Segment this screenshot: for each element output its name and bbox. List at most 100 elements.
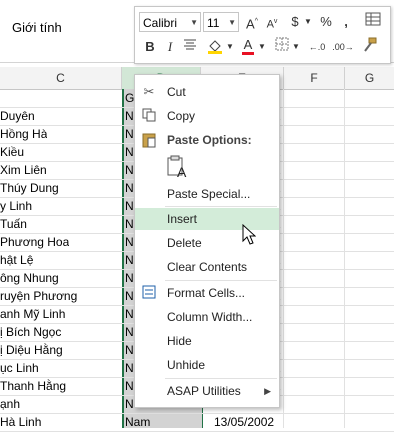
column-header-g[interactable]: G: [345, 67, 394, 89]
font-name-value: Calibri: [143, 16, 178, 30]
menu-divider: [165, 378, 277, 379]
paste-icon: [141, 132, 157, 148]
cell-name[interactable]: hật Lệ: [0, 251, 33, 269]
shrink-font-button[interactable]: Av: [263, 12, 281, 32]
cell-name[interactable]: Duyên: [0, 107, 35, 125]
mouse-pointer-icon: [242, 223, 257, 249]
cell-name[interactable]: Hà Linh: [0, 413, 41, 431]
cell-name[interactable]: Thanh Hằng: [0, 377, 66, 395]
chevron-down-icon: ▼: [190, 18, 198, 27]
menu-item-label: Format Cells...: [167, 286, 246, 300]
cell-gender[interactable]: N: [125, 305, 134, 323]
context-menu: ✂ Cut Copy Paste Options: A Paste Specia…: [134, 74, 280, 408]
menu-item-label: Insert: [167, 212, 198, 226]
menu-item-asap-utilities[interactable]: ASAP Utilities ▶: [135, 380, 279, 402]
menu-item-label: Clear Contents: [167, 260, 248, 274]
cell-name[interactable]: Hồng Hà: [0, 125, 47, 143]
bold-button[interactable]: B: [141, 37, 159, 57]
font-size-value: 11: [207, 16, 220, 30]
cell-name[interactable]: Tuấn: [0, 215, 27, 233]
cell-name[interactable]: ruyện Phương: [0, 287, 77, 305]
chevron-down-icon[interactable]: ▼: [257, 37, 267, 57]
formula-value: Giới tính: [12, 20, 62, 35]
cell-gender[interactable]: N: [125, 269, 134, 287]
cell-name[interactable]: anh Mỹ Linh: [0, 305, 65, 323]
cell-name[interactable]: y Linh: [0, 197, 32, 215]
menu-item-delete[interactable]: Delete: [135, 232, 279, 254]
cell-gender[interactable]: Nam: [125, 413, 150, 431]
chevron-down-icon: ▼: [228, 18, 236, 27]
menu-item-format-cells[interactable]: Format Cells...: [135, 282, 279, 304]
cell-gender[interactable]: N: [125, 233, 134, 251]
cell-gender[interactable]: N: [125, 287, 134, 305]
cell-gender[interactable]: N: [125, 323, 134, 341]
menu-item-column-width[interactable]: Column Width...: [135, 306, 279, 328]
paste-values-icon[interactable]: A: [167, 155, 189, 180]
cell-name[interactable]: Phương Hoa: [0, 233, 69, 251]
cell-name[interactable]: Xim Liên: [0, 161, 47, 179]
column-header-c[interactable]: C: [0, 67, 122, 89]
cell-gender[interactable]: N: [125, 377, 134, 395]
menu-item-label: Column Width...: [167, 310, 253, 324]
borders-icon[interactable]: [273, 37, 291, 57]
font-name-box[interactable]: Calibri ▼: [139, 12, 201, 32]
menu-item-hide[interactable]: Hide: [135, 330, 279, 352]
cell-name[interactable]: Kiều: [0, 143, 24, 161]
cell-gender[interactable]: N: [125, 161, 134, 179]
table-row[interactable]: Hà Linh Nam 13/05/2002: [0, 413, 394, 432]
cell-gender[interactable]: N: [125, 179, 134, 197]
cell-gender[interactable]: N: [125, 107, 134, 125]
increase-decimal-icon[interactable]: ←.0: [305, 37, 329, 57]
format-painter-icon[interactable]: [359, 37, 379, 57]
menu-paste-options-header: Paste Options:: [135, 129, 279, 151]
cell-date[interactable]: 13/05/2002: [214, 413, 274, 431]
align-center-icon[interactable]: [181, 37, 199, 57]
font-color-button[interactable]: A: [239, 35, 257, 55]
menu-item-label: Delete: [167, 236, 202, 250]
percent-button[interactable]: %: [317, 12, 335, 32]
menu-item-label: Copy: [167, 109, 196, 123]
decrease-decimal-icon[interactable]: .00→: [331, 37, 355, 57]
format-table-icon[interactable]: [363, 11, 383, 31]
menu-item-unhide[interactable]: Unhide: [135, 354, 279, 376]
cell-d-header[interactable]: G: [125, 89, 134, 107]
chevron-down-icon[interactable]: ▼: [303, 12, 313, 32]
menu-item-label: Unhide: [167, 358, 206, 372]
menu-item-cut[interactable]: ✂ Cut: [135, 81, 279, 103]
chevron-down-icon[interactable]: ▼: [225, 37, 235, 57]
italic-button[interactable]: I: [161, 37, 179, 57]
column-header-f[interactable]: F: [284, 67, 345, 89]
font-size-box[interactable]: 11 ▼: [203, 12, 239, 32]
fill-color-icon[interactable]: [205, 37, 225, 57]
grow-font-button[interactable]: A^: [243, 12, 261, 32]
cell-name[interactable]: ạnh: [0, 395, 20, 413]
menu-item-insert[interactable]: Insert: [135, 208, 279, 230]
comma-button[interactable]: ,: [339, 12, 353, 32]
menu-item-label: Hide: [167, 334, 192, 348]
scissors-icon: ✂: [143, 84, 155, 99]
paste-options-label: Paste Options:: [167, 133, 252, 147]
cell-gender[interactable]: N: [125, 395, 134, 413]
cell-name[interactable]: ông Nhung: [0, 269, 59, 287]
cell-gender[interactable]: N: [125, 215, 134, 233]
cell-name[interactable]: ục Linh: [0, 359, 39, 377]
mini-toolbar: Calibri ▼ 11 ▼ A^ Av $ ▼ % , B I ▼ A ▼ ▼…: [134, 6, 391, 64]
copy-icon: [141, 108, 157, 124]
menu-item-clear-contents[interactable]: Clear Contents: [135, 256, 279, 278]
menu-item-label: Paste Special...: [167, 187, 251, 201]
chevron-down-icon[interactable]: ▼: [291, 37, 301, 57]
chevron-right-icon: ▶: [264, 386, 271, 396]
cell-gender[interactable]: N: [125, 143, 134, 161]
cell-gender[interactable]: N: [125, 251, 134, 269]
cell-gender[interactable]: N: [125, 341, 134, 359]
cell-gender[interactable]: N: [125, 359, 134, 377]
menu-divider: [165, 280, 277, 281]
cell-name[interactable]: Thúy Dung: [0, 179, 59, 197]
cell-gender[interactable]: N: [125, 125, 134, 143]
cell-gender[interactable]: N: [125, 197, 134, 215]
cell-name[interactable]: ị Bích Ngọc: [0, 323, 61, 341]
currency-button[interactable]: $: [287, 12, 303, 32]
cell-name[interactable]: ị Diệu Hằng: [0, 341, 63, 359]
menu-item-copy[interactable]: Copy: [135, 105, 279, 127]
menu-item-paste-special[interactable]: Paste Special...: [135, 183, 279, 205]
